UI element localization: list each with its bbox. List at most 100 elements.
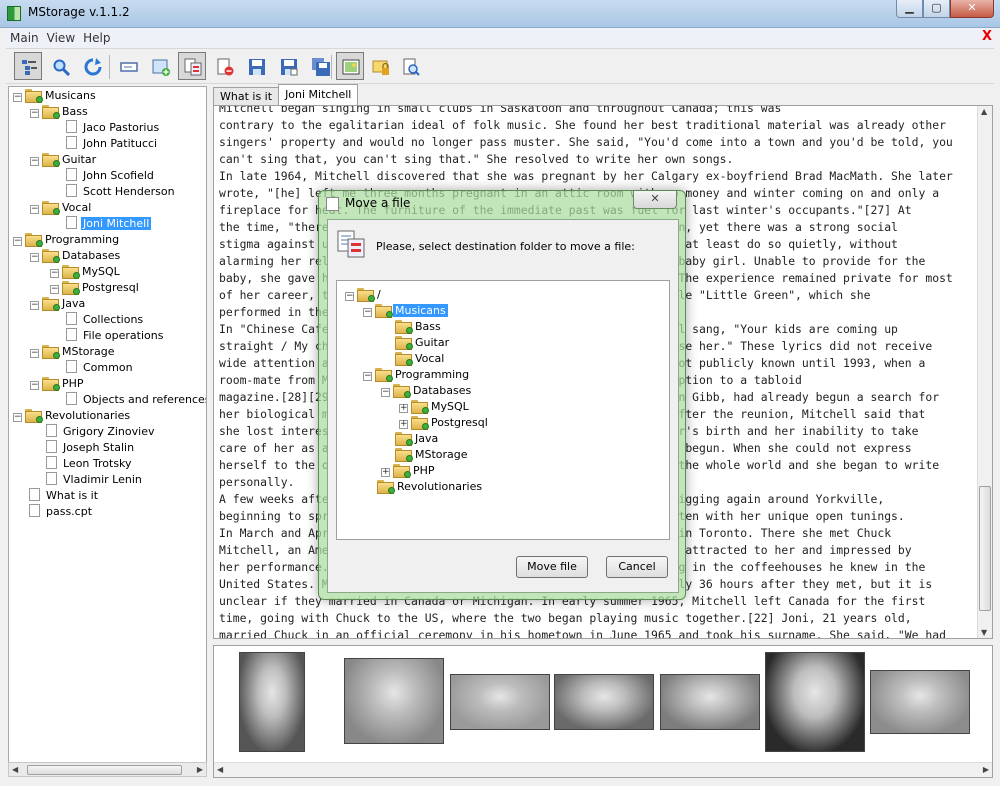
collapse-icon[interactable]: −: [50, 285, 59, 294]
collapse-icon[interactable]: −: [13, 93, 22, 102]
collapse-icon[interactable]: −: [50, 269, 59, 278]
tree-item[interactable]: − Revolutionaries: [13, 408, 132, 424]
tree-item[interactable]: Grigory Zinoviev: [30, 424, 156, 440]
destination-tree-item[interactable]: − Databases: [381, 383, 473, 399]
move-file-button[interactable]: [178, 52, 206, 80]
gallery-photo-5[interactable]: [660, 674, 760, 730]
tree-item[interactable]: − PHP: [30, 376, 86, 392]
destination-tree-item[interactable]: + PHP: [381, 463, 437, 479]
move-file-button[interactable]: Move file: [516, 556, 588, 578]
menu-view[interactable]: View: [43, 31, 79, 45]
tab-what-is-it[interactable]: What is it: [213, 87, 280, 106]
refresh-button[interactable]: [78, 52, 106, 80]
tree-item[interactable]: − Postgresql: [50, 280, 141, 296]
collapse-icon[interactable]: −: [13, 237, 22, 246]
tree-item[interactable]: John Scofield: [50, 168, 156, 184]
collapse-icon[interactable]: −: [30, 157, 39, 166]
scroll-left-icon[interactable]: ◀: [217, 765, 223, 774]
tree-item[interactable]: − Programming: [13, 232, 121, 248]
destination-tree-item[interactable]: MStorage: [381, 447, 470, 463]
expand-icon[interactable]: +: [399, 404, 408, 413]
tree-item[interactable]: − Java: [30, 296, 87, 312]
preview-button[interactable]: [396, 52, 424, 80]
gallery-photo-7[interactable]: [870, 670, 970, 734]
image-button[interactable]: [336, 52, 364, 80]
scroll-left-icon[interactable]: ◀: [12, 765, 18, 774]
tree-item[interactable]: pass.cpt: [13, 504, 94, 520]
tree-item[interactable]: Scott Henderson: [50, 184, 177, 200]
tree-item[interactable]: − Vocal: [30, 200, 93, 216]
gallery-photo-6[interactable]: [765, 652, 865, 752]
tree-item[interactable]: Objects and references: [50, 392, 206, 408]
collapse-icon[interactable]: −: [381, 388, 390, 397]
tree-item[interactable]: Joseph Stalin: [30, 440, 136, 456]
tree-item[interactable]: − MStorage: [30, 344, 117, 360]
scroll-up-icon[interactable]: ▲: [981, 107, 987, 116]
destination-folder-tree[interactable]: − / − Musicans Bass Guitar Vocal − Programming − D…: [336, 280, 670, 540]
collapse-icon[interactable]: −: [30, 349, 39, 358]
lock-folder-button[interactable]: [366, 52, 394, 80]
destination-tree-item[interactable]: Guitar: [381, 335, 451, 351]
destination-tree-item[interactable]: Bass: [381, 319, 443, 335]
tree-view-button[interactable]: [14, 52, 42, 80]
save-button[interactable]: [242, 52, 270, 80]
tree-item[interactable]: − Bass: [30, 104, 90, 120]
collapse-icon[interactable]: −: [30, 205, 39, 214]
folder-tree[interactable]: − Musicans − Bass Jaco Pastorius John Patituc…: [8, 86, 207, 776]
tree-item[interactable]: − Guitar: [30, 152, 98, 168]
menu-close-button[interactable]: X: [982, 29, 992, 44]
tree-item[interactable]: − MySQL: [50, 264, 122, 280]
gallery-photo-4[interactable]: [554, 674, 654, 730]
scroll-right-icon[interactable]: ▶: [983, 765, 989, 774]
tree-item[interactable]: Leon Trotsky: [30, 456, 134, 472]
scroll-down-icon[interactable]: ▼: [981, 628, 987, 637]
collapse-icon[interactable]: −: [345, 292, 354, 301]
collapse-icon[interactable]: −: [30, 301, 39, 310]
menu-help[interactable]: Help: [79, 31, 114, 45]
rename-button[interactable]: [114, 52, 142, 80]
tree-item[interactable]: File operations: [50, 328, 165, 344]
scroll-thumb[interactable]: [979, 486, 991, 611]
tree-item[interactable]: Common: [50, 360, 135, 376]
scroll-right-icon[interactable]: ▶: [197, 765, 203, 774]
expand-icon[interactable]: +: [399, 420, 408, 429]
maximize-button[interactable]: ▢: [923, 0, 950, 18]
delete-file-button[interactable]: [210, 52, 238, 80]
menu-main[interactable]: Main: [6, 31, 43, 45]
close-window-button[interactable]: ✕: [950, 0, 994, 18]
destination-tree-item[interactable]: − Musicans: [363, 303, 448, 319]
scroll-thumb[interactable]: [27, 765, 182, 775]
gallery-photo-3[interactable]: [450, 674, 550, 730]
expand-icon[interactable]: +: [381, 468, 390, 477]
gallery-photo-1[interactable]: [239, 652, 305, 752]
save-all-button[interactable]: [306, 52, 334, 80]
tree-item[interactable]: Jaco Pastorius: [50, 120, 161, 136]
destination-tree-item[interactable]: + MySQL: [399, 399, 471, 415]
collapse-icon[interactable]: −: [13, 413, 22, 422]
collapse-icon[interactable]: −: [30, 253, 39, 262]
destination-tree-item[interactable]: + Postgresql: [399, 415, 490, 431]
gallery-photo-2[interactable]: [344, 658, 444, 744]
tree-horizontal-scrollbar[interactable]: ◀ ▶: [8, 762, 207, 777]
tree-item[interactable]: Vladimir Lenin: [30, 472, 144, 488]
tree-item[interactable]: − Databases: [30, 248, 122, 264]
editor-vertical-scrollbar[interactable]: ▲ ▼: [977, 106, 992, 638]
search-button[interactable]: [46, 52, 74, 80]
collapse-icon[interactable]: −: [30, 381, 39, 390]
tree-item[interactable]: Collections: [50, 312, 145, 328]
tree-item[interactable]: John Patitucci: [50, 136, 159, 152]
destination-tree-item[interactable]: − /: [345, 287, 383, 303]
collapse-icon[interactable]: −: [30, 109, 39, 118]
tree-item[interactable]: Joni Mitchell: [50, 216, 152, 232]
tree-item[interactable]: What is it: [13, 488, 100, 504]
destination-tree-item[interactable]: Java: [381, 431, 440, 447]
gallery-scrollbar[interactable]: ◀ ▶: [214, 762, 992, 777]
tree-item[interactable]: − Musicans: [13, 88, 98, 104]
add-folder-button[interactable]: [146, 52, 174, 80]
tab-joni-mitchell[interactable]: Joni Mitchell: [278, 84, 359, 106]
collapse-icon[interactable]: −: [363, 308, 372, 317]
minimize-button[interactable]: ▁: [896, 0, 923, 18]
save-as-button[interactable]: [274, 52, 302, 80]
destination-tree-item[interactable]: − Programming: [363, 367, 471, 383]
destination-tree-item[interactable]: Vocal: [381, 351, 446, 367]
